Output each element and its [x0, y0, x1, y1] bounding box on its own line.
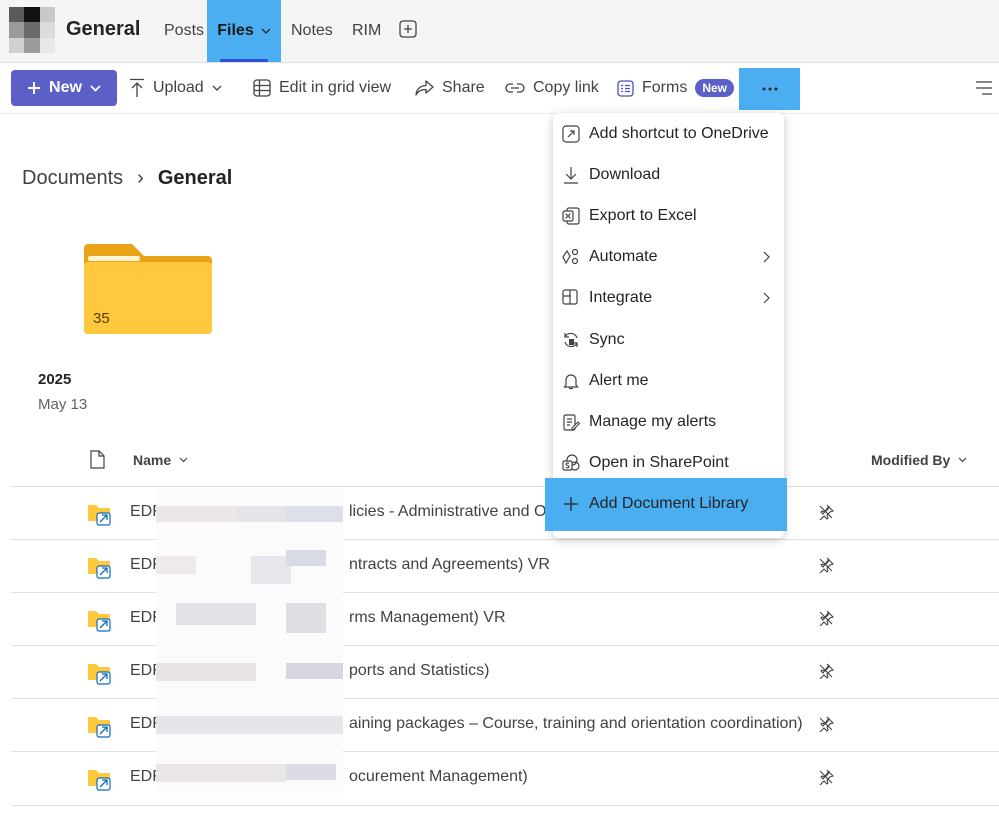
- upload-icon: [130, 78, 144, 97]
- bell-icon: [563, 374, 579, 390]
- menu-item-integrate[interactable]: Integrate: [553, 278, 784, 319]
- tab-posts[interactable]: Posts: [164, 0, 204, 62]
- new-button-label: New: [49, 79, 82, 96]
- menu-item-label: Export to Excel: [589, 207, 697, 224]
- tab-posts-label: Posts: [164, 22, 205, 39]
- folder-item-count: 35: [93, 310, 110, 327]
- tab-rim-label: RIM: [352, 22, 382, 39]
- chevron-down-icon: [90, 84, 101, 92]
- unpin-icon[interactable]: [818, 504, 834, 520]
- copy-link-label: Copy link: [533, 79, 599, 96]
- share-label: Share: [442, 79, 485, 96]
- copy-link-button[interactable]: Copy link: [505, 70, 599, 106]
- download-icon: [564, 167, 578, 184]
- breadcrumb: Documents › General: [22, 166, 232, 190]
- folder-shortcut-icon: [88, 505, 111, 526]
- menu-item-alert-me[interactable]: Alert me: [553, 361, 784, 402]
- document-icon: [90, 450, 105, 469]
- folder-shortcut-icon: [88, 664, 111, 685]
- edit-grid-view-button[interactable]: Edit in grid view: [253, 70, 391, 106]
- chevron-down-icon: [212, 85, 222, 91]
- upload-button[interactable]: Upload: [129, 70, 222, 106]
- chevron-down-icon: [958, 457, 967, 463]
- folder-shortcut-icon: [88, 611, 111, 632]
- unpin-icon[interactable]: [818, 557, 834, 573]
- share-icon: [415, 79, 434, 96]
- menu-item-label: Open in SharePoint: [589, 454, 729, 471]
- share-button[interactable]: Share: [415, 70, 485, 106]
- column-header-name[interactable]: Name: [133, 452, 188, 468]
- forms-label: Forms: [642, 79, 688, 96]
- new-button[interactable]: New: [11, 70, 117, 106]
- folder-shortcut-icon: [88, 770, 111, 791]
- ellipsis-icon: [762, 87, 777, 91]
- redacted-area: [156, 488, 343, 793]
- menu-item-label: Add shortcut to OneDrive: [589, 125, 769, 142]
- unpin-icon[interactable]: [818, 716, 834, 732]
- new-badge: New: [695, 79, 735, 97]
- menu-item-add-shortcut[interactable]: Add shortcut to OneDrive: [553, 114, 784, 155]
- unpin-icon[interactable]: [818, 663, 834, 679]
- plus-icon: [564, 497, 578, 511]
- view-options-icon: [976, 81, 992, 95]
- tab-files[interactable]: Files: [207, 0, 281, 62]
- menu-item-label: Automate: [589, 248, 658, 265]
- team-avatar[interactable]: [9, 7, 55, 53]
- menu-item-download[interactable]: Download: [553, 155, 784, 196]
- forms-button[interactable]: Forms New: [617, 70, 735, 106]
- menu-item-sync[interactable]: Sync: [553, 320, 784, 361]
- chevron-down-icon: [179, 457, 188, 463]
- menu-item-label: Add Document Library: [589, 495, 749, 512]
- unpin-icon[interactable]: [818, 610, 834, 626]
- tab-notes[interactable]: Notes: [291, 0, 333, 62]
- tab-files-label: Files: [217, 22, 254, 39]
- group-date: May 13: [38, 396, 88, 413]
- channel-title: General: [66, 18, 141, 40]
- more-options-button[interactable]: [739, 68, 800, 110]
- breadcrumb-current: General: [157, 167, 233, 189]
- menu-item-automate[interactable]: Automate: [553, 237, 784, 278]
- menu-item-label: Integrate: [589, 289, 653, 306]
- unpin-icon[interactable]: [818, 769, 834, 785]
- column-modified-by-label: Modified By: [871, 452, 951, 468]
- add-tab-icon: [399, 20, 417, 38]
- chevron-down-icon: [261, 28, 271, 34]
- column-name-label: Name: [133, 452, 172, 468]
- sharepoint-icon: [562, 454, 580, 471]
- sync-icon: [564, 332, 578, 348]
- chevron-right-icon: [763, 292, 770, 304]
- tab-selected-indicator: [220, 59, 268, 62]
- tab-rim[interactable]: RIM: [352, 0, 381, 62]
- plus-icon: [28, 82, 41, 94]
- breadcrumb-separator: ›: [137, 167, 144, 189]
- folder-shortcut-icon: [88, 558, 111, 579]
- menu-item-label: Manage my alerts: [589, 413, 717, 430]
- integrate-icon: [562, 289, 578, 305]
- link-icon: [505, 83, 525, 93]
- excel-icon: [562, 207, 580, 225]
- chevron-right-icon: [763, 251, 770, 263]
- folder-shortcut-icon: [88, 717, 111, 738]
- file-type-column-icon[interactable]: [90, 450, 105, 474]
- breadcrumb-root[interactable]: Documents: [22, 166, 123, 190]
- menu-item-label: Sync: [589, 331, 625, 348]
- shortcut-icon: [562, 125, 580, 143]
- menu-item-export-excel[interactable]: Export to Excel: [553, 196, 784, 237]
- upload-label: Upload: [153, 79, 204, 96]
- menu-item-add-document-library[interactable]: Add Document Library: [545, 478, 787, 531]
- group-year: 2025: [38, 371, 72, 388]
- menu-item-label: Alert me: [589, 372, 649, 389]
- forms-icon: [617, 79, 634, 97]
- tab-notes-label: Notes: [291, 22, 333, 39]
- channel-header: [0, 0, 999, 63]
- menu-item-manage-alerts[interactable]: Manage my alerts: [553, 402, 784, 443]
- add-tab-button[interactable]: [399, 20, 417, 43]
- view-options-button[interactable]: [975, 80, 993, 101]
- menu-item-label: Download: [589, 166, 661, 183]
- manage-alerts-icon: [563, 414, 580, 431]
- edit-grid-view-label: Edit in grid view: [279, 79, 392, 96]
- column-header-modified-by[interactable]: Modified By: [871, 452, 967, 468]
- automate-icon: [562, 248, 579, 265]
- grid-icon: [253, 79, 271, 97]
